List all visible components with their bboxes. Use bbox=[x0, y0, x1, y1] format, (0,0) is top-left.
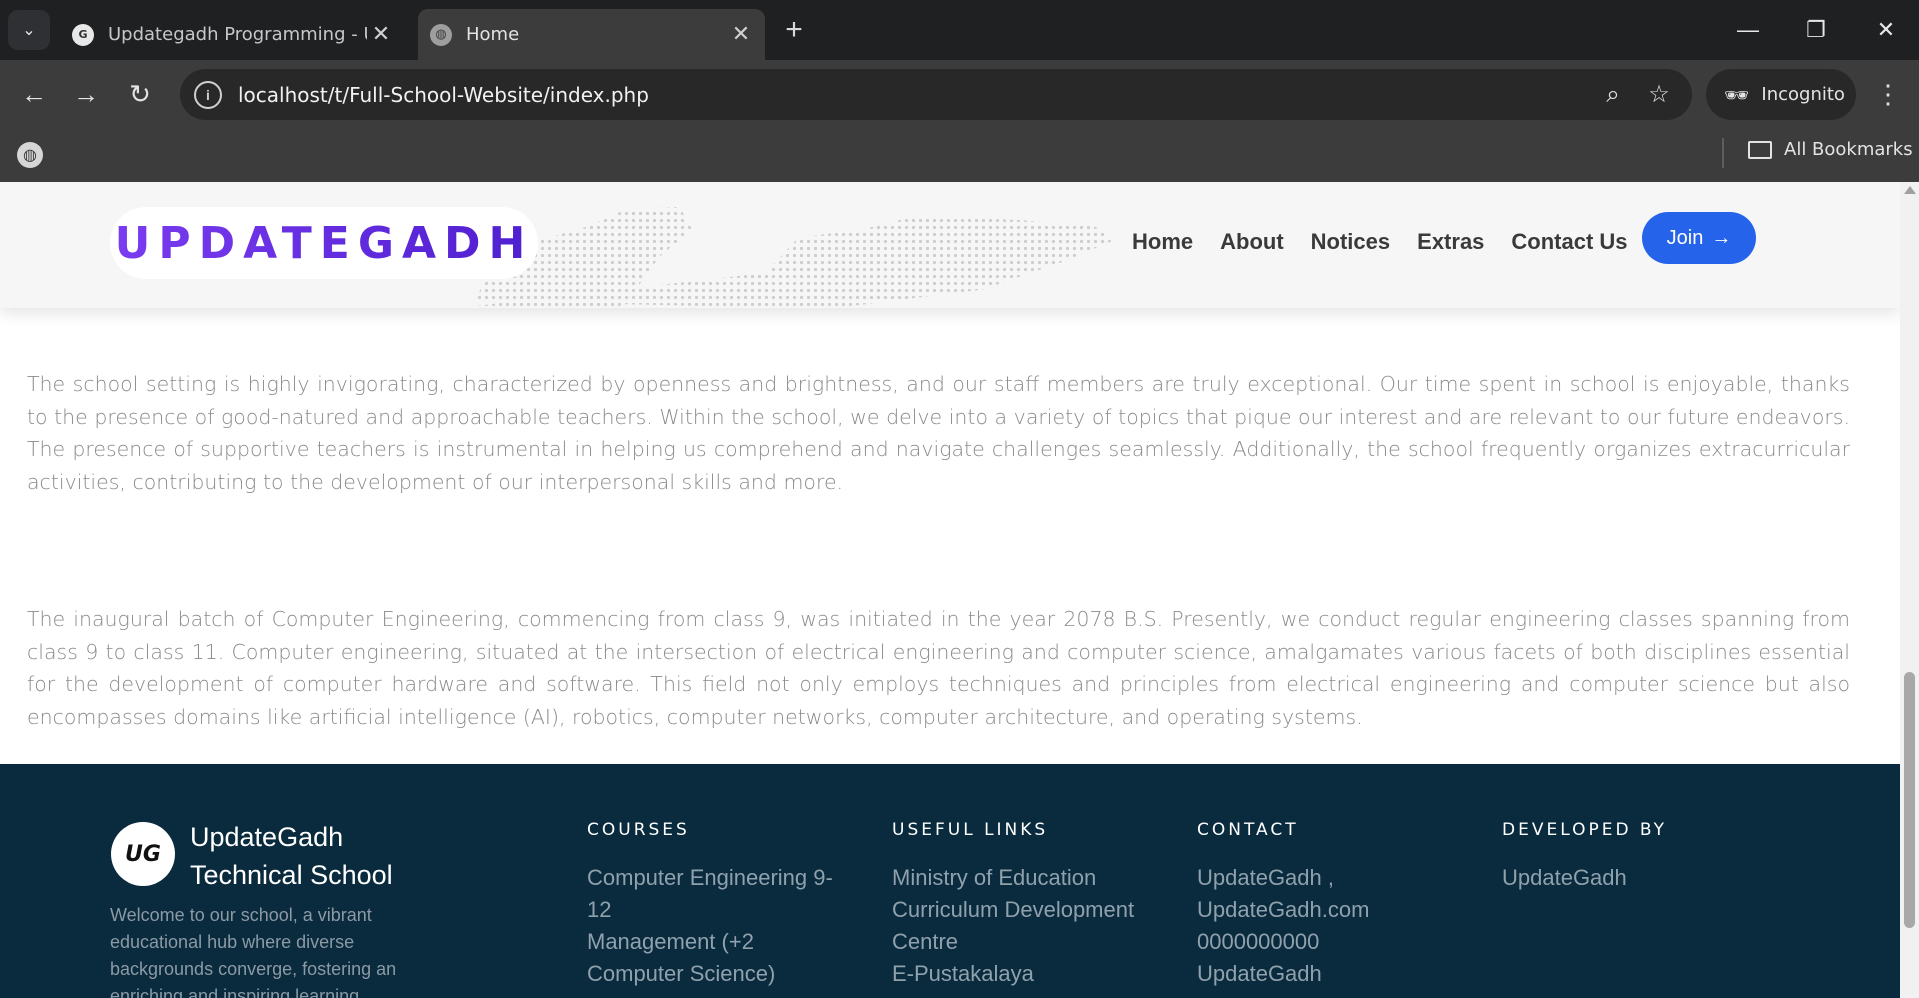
tab-title: Updategadh Programming - Up bbox=[108, 24, 367, 45]
school-name-line: UpdateGadh bbox=[190, 822, 344, 852]
bookmarks-bar: ◍ All Bookmarks bbox=[0, 128, 1919, 182]
footer-logo[interactable]: UG bbox=[111, 822, 175, 886]
footer-link[interactable]: Ministry of Education bbox=[892, 862, 1162, 894]
footer-contact: CONTACT UpdateGadh , UpdateGadh.com 0000… bbox=[1197, 820, 1457, 990]
browser-toolbar: ← → ↻ i localhost/t/Full-School-Website/… bbox=[0, 60, 1919, 128]
footer-link[interactable]: E-Pustakalaya bbox=[892, 958, 1162, 990]
join-button[interactable]: Join → bbox=[1642, 212, 1756, 264]
url-text[interactable]: localhost/t/Full-School-Website/index.ph… bbox=[238, 83, 1590, 107]
zoom-icon[interactable]: ⌕ bbox=[1590, 72, 1636, 118]
nav-home[interactable]: Home bbox=[1132, 220, 1193, 264]
about-paragraph: The school setting is highly invigoratin… bbox=[27, 372, 1850, 494]
tab-title: Home bbox=[466, 24, 520, 45]
close-icon: ✕ bbox=[1876, 17, 1896, 42]
forward-button[interactable]: → bbox=[64, 72, 108, 116]
footer-useful-links: USEFUL LINKS Ministry of Education Curri… bbox=[892, 820, 1162, 990]
incognito-icon: 🕶 bbox=[1724, 82, 1750, 107]
computer-engineering-paragraph: The inaugural batch of Computer Engineer… bbox=[27, 607, 1850, 729]
address-bar[interactable]: i localhost/t/Full-School-Website/index.… bbox=[180, 69, 1692, 120]
logo-text: UPDATEGADH bbox=[114, 217, 534, 269]
footer-link[interactable]: Curriculum Development Centre bbox=[892, 894, 1162, 958]
tab-updategadh[interactable]: G Updategadh Programming - Up ✕ bbox=[60, 9, 405, 60]
main-nav: Home About Notices Extras Contact Us bbox=[1132, 220, 1655, 264]
arrow-left-icon: ← bbox=[21, 78, 47, 109]
more-vertical-icon: ⋮ bbox=[1875, 78, 1901, 109]
nav-about[interactable]: About bbox=[1220, 220, 1284, 264]
contact-item[interactable]: UpdateGadh.com bbox=[1197, 894, 1457, 926]
footer-link[interactable]: UpdateGadh bbox=[1502, 862, 1762, 894]
scroll-thumb[interactable] bbox=[1904, 672, 1915, 928]
incognito-label: Incognito bbox=[1761, 84, 1845, 105]
nav-notices[interactable]: Notices bbox=[1311, 220, 1390, 264]
arrow-right-icon: → bbox=[1711, 226, 1732, 249]
page-viewport: UPDATEGADH Home About Notices Extras Con… bbox=[0, 182, 1900, 998]
school-name-line: Technical School bbox=[190, 860, 393, 890]
contact-item: UpdateGadh bbox=[1197, 961, 1322, 986]
footer-heading: DEVELOPED BY bbox=[1502, 820, 1668, 840]
minimize-icon: — bbox=[1737, 17, 1759, 42]
arrow-right-icon: → bbox=[73, 78, 99, 109]
join-label: Join bbox=[1666, 226, 1704, 249]
incognito-button[interactable]: 🕶 Incognito bbox=[1706, 69, 1856, 120]
footer-link[interactable]: Computer Engineering 9-12 bbox=[587, 862, 847, 926]
site-footer: UG UpdateGadh Technical School Welcome t… bbox=[0, 764, 1900, 998]
globe-icon[interactable]: ◍ bbox=[17, 142, 43, 168]
plus-icon: + bbox=[785, 13, 803, 46]
footer-description: Welcome to our school, a vibrant educati… bbox=[110, 905, 397, 998]
all-bookmarks-button[interactable]: All Bookmarks bbox=[1748, 139, 1913, 160]
footer-link[interactable]: Management (+2 Computer Science) bbox=[587, 926, 847, 990]
globe-icon: ◍ bbox=[430, 23, 452, 46]
close-icon[interactable]: ✕ bbox=[727, 22, 755, 47]
minimize-button[interactable]: — bbox=[1720, 8, 1776, 52]
close-window-button[interactable]: ✕ bbox=[1858, 8, 1914, 52]
tab-search-button[interactable]: ⌄ bbox=[8, 10, 50, 50]
contact-item: 0000000000 bbox=[1197, 929, 1320, 954]
footer-heading: USEFUL LINKS bbox=[892, 820, 1049, 840]
site-header: UPDATEGADH Home About Notices Extras Con… bbox=[0, 182, 1900, 308]
contact-item: UpdateGadh , bbox=[1197, 865, 1334, 890]
folder-icon bbox=[1748, 140, 1772, 159]
bookmark-star-icon[interactable]: ☆ bbox=[1636, 72, 1682, 118]
scroll-up-arrow-icon[interactable] bbox=[1904, 186, 1916, 194]
footer-developed-by: DEVELOPED BY UpdateGadh bbox=[1502, 820, 1762, 894]
page-scrollbar[interactable] bbox=[1900, 182, 1919, 998]
world-map-decoration bbox=[474, 207, 1115, 306]
footer-logo-text: UG bbox=[125, 841, 161, 867]
footer-courses: COURSES Computer Engineering 9-12 Manage… bbox=[587, 820, 847, 990]
chevron-down-icon: ⌄ bbox=[22, 22, 36, 39]
reload-icon: ↻ bbox=[129, 78, 151, 109]
bookmarks-divider bbox=[1722, 138, 1724, 168]
close-icon[interactable]: ✕ bbox=[367, 22, 395, 47]
site-logo[interactable]: UPDATEGADH bbox=[110, 207, 538, 279]
restore-button[interactable]: ❐ bbox=[1788, 8, 1844, 52]
reload-button[interactable]: ↻ bbox=[118, 72, 162, 116]
back-button[interactable]: ← bbox=[12, 72, 56, 116]
restore-icon: ❐ bbox=[1806, 17, 1826, 42]
site-info-icon[interactable]: i bbox=[194, 80, 222, 109]
footer-heading: COURSES bbox=[587, 820, 690, 840]
footer-school-name: UpdateGadh Technical School bbox=[190, 818, 450, 894]
browser-menu-button[interactable]: ⋮ bbox=[1866, 72, 1910, 116]
browser-tabstrip: ⌄ G Updategadh Programming - Up ✕ ◍ Home… bbox=[0, 0, 1919, 60]
footer-heading: CONTACT bbox=[1197, 820, 1299, 840]
nav-contact-us[interactable]: Contact Us bbox=[1511, 220, 1627, 264]
site-favicon-icon: G bbox=[72, 23, 94, 46]
nav-extras[interactable]: Extras bbox=[1417, 220, 1484, 264]
new-tab-button[interactable]: + bbox=[776, 12, 812, 48]
all-bookmarks-label: All Bookmarks bbox=[1784, 139, 1913, 160]
tab-home[interactable]: ◍ Home ✕ bbox=[418, 9, 765, 60]
